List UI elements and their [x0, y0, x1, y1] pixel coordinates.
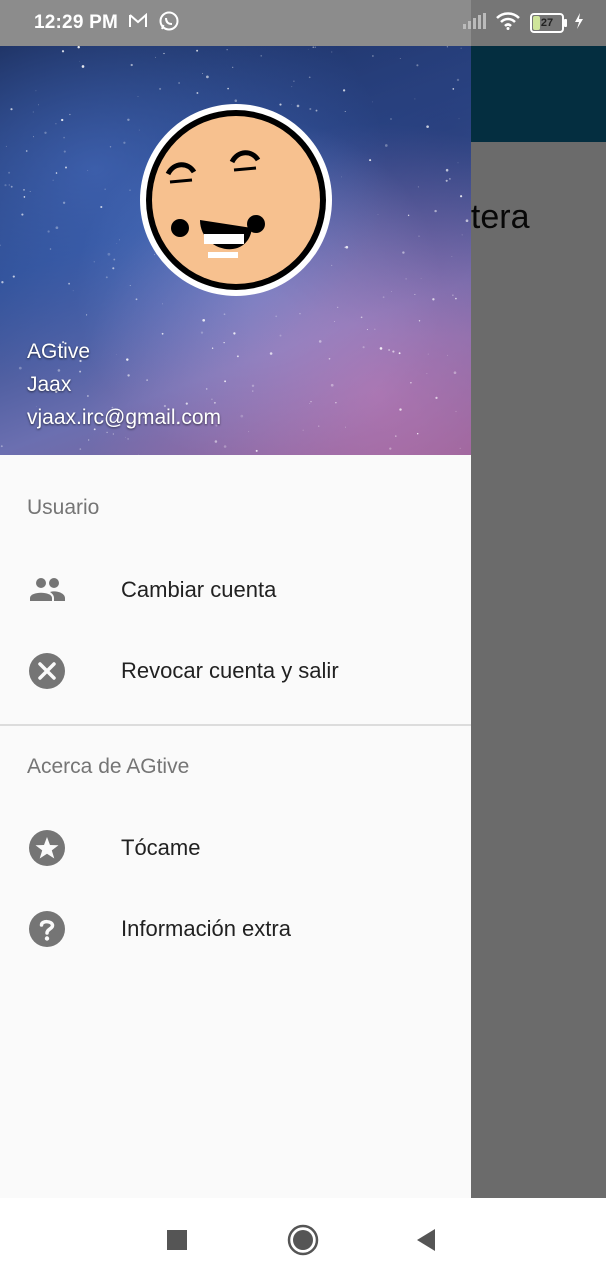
- user-name: Jaax: [27, 373, 72, 396]
- status-bar: 12:29 PM 27: [0, 0, 606, 46]
- status-time: 12:29 PM: [34, 12, 118, 33]
- app-name: AGtive: [27, 340, 91, 363]
- menu-item-tocame[interactable]: Tócame: [0, 808, 471, 888]
- menu-item-label: Tócame: [121, 835, 201, 860]
- navigation-drawer: AGtive Jaax vjaax.irc@gmail.com Usuario …: [0, 0, 471, 1198]
- charging-icon: [574, 12, 584, 34]
- menu-item-label: Cambiar cuenta: [121, 577, 277, 602]
- home-icon: [287, 1224, 319, 1256]
- signal-icon: [462, 12, 486, 34]
- recents-icon: [167, 1230, 187, 1250]
- drawer-user-info: AGtive Jaax vjaax.irc@gmail.com: [27, 335, 221, 434]
- gmail-icon: [128, 12, 148, 34]
- avatar[interactable]: [138, 102, 334, 298]
- people-icon: [30, 578, 65, 601]
- wifi-icon: [496, 11, 520, 35]
- help-circle-icon: [29, 911, 65, 947]
- section-title-usuario: Usuario: [27, 496, 100, 519]
- home-button[interactable]: [281, 1218, 325, 1262]
- menu-item-informacion-extra[interactable]: Información extra: [0, 889, 471, 969]
- section-title-acerca: Acerca de AGtive: [27, 755, 190, 778]
- menu-item-revocar-cuenta[interactable]: Revocar cuenta y salir: [0, 631, 471, 711]
- battery-icon: 27: [530, 13, 567, 33]
- drawer-header: AGtive Jaax vjaax.irc@gmail.com: [0, 46, 471, 455]
- whatsapp-icon: [158, 10, 180, 37]
- star-circle-icon: [29, 830, 65, 866]
- navigation-bar: [0, 1198, 606, 1280]
- recents-button[interactable]: [155, 1218, 199, 1262]
- menu-item-label: Información extra: [121, 916, 291, 941]
- back-icon: [417, 1229, 435, 1251]
- battery-percent: 27: [540, 17, 554, 29]
- section-divider: [0, 724, 471, 726]
- user-email: vjaax.irc@gmail.com: [27, 406, 222, 429]
- menu-item-cambiar-cuenta[interactable]: Cambiar cuenta: [0, 550, 471, 630]
- back-button[interactable]: [404, 1218, 448, 1262]
- menu-item-label: Revocar cuenta y salir: [121, 658, 339, 683]
- cancel-circle-icon: [29, 653, 65, 689]
